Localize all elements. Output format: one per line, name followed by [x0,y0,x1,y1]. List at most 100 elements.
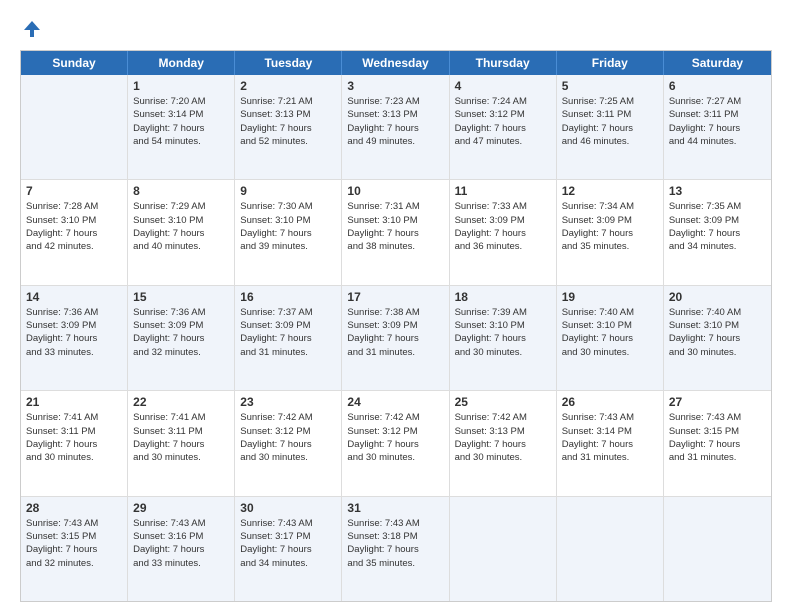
calendar: SundayMondayTuesdayWednesdayThursdayFrid… [20,50,772,602]
calendar-cell: 4 Sunrise: 7:24 AM Sunset: 3:12 PM Daylig… [450,75,557,179]
cell-info: Sunrise: 7:24 AM Sunset: 3:12 PM Dayligh… [455,95,551,148]
cell-info: Sunrise: 7:43 AM Sunset: 3:18 PM Dayligh… [347,517,443,570]
calendar-cell: 9Sunrise: 7:30 AM Sunset: 3:10 PM Daylig… [235,180,342,284]
cell-info: Sunrise: 7:30 AM Sunset: 3:10 PM Dayligh… [240,200,336,253]
calendar-cell [450,497,557,601]
day-number: 17 [347,290,443,304]
day-number: 31 [347,501,443,515]
weekday-header: Wednesday [342,51,449,75]
calendar-header: SundayMondayTuesdayWednesdayThursdayFrid… [21,51,771,75]
cell-info: Sunrise: 7:42 AM Sunset: 3:12 PM Dayligh… [347,411,443,464]
day-number: 7 [26,184,122,198]
cell-info: Sunrise: 7:23 AM Sunset: 3:13 PM Dayligh… [347,95,443,148]
calendar-cell: 3 Sunrise: 7:23 AM Sunset: 3:13 PM Daylig… [342,75,449,179]
cell-info: Sunrise: 7:43 AM Sunset: 3:15 PM Dayligh… [26,517,122,570]
page: SundayMondayTuesdayWednesdayThursdayFrid… [0,0,792,612]
day-number: 6 [669,79,766,93]
cell-info: Sunrise: 7:21 AM Sunset: 3:13 PM Dayligh… [240,95,336,148]
calendar-row: 21Sunrise: 7:41 AM Sunset: 3:11 PM Dayli… [21,391,771,496]
cell-info: Sunrise: 7:20 AM Sunset: 3:14 PM Dayligh… [133,95,229,148]
cell-info: Sunrise: 7:29 AM Sunset: 3:10 PM Dayligh… [133,200,229,253]
logo [20,18,46,40]
calendar-cell: 26 Sunrise: 7:43 AM Sunset: 3:14 PM Dayli… [557,391,664,495]
weekday-header: Thursday [450,51,557,75]
calendar-row: 1Sunrise: 7:20 AM Sunset: 3:14 PM Daylig… [21,75,771,180]
logo-icon [20,18,42,40]
day-number: 10 [347,184,443,198]
calendar-cell: 27 Sunrise: 7:43 AM Sunset: 3:15 PM Dayli… [664,391,771,495]
cell-info: Sunrise: 7:37 AM Sunset: 3:09 PM Dayligh… [240,306,336,359]
day-number: 30 [240,501,336,515]
cell-info: Sunrise: 7:25 AM Sunset: 3:11 PM Dayligh… [562,95,658,148]
day-number: 20 [669,290,766,304]
cell-info: Sunrise: 7:35 AM Sunset: 3:09 PM Dayligh… [669,200,766,253]
day-number: 28 [26,501,122,515]
day-number: 29 [133,501,229,515]
calendar-cell: 22Sunrise: 7:41 AM Sunset: 3:11 PM Dayli… [128,391,235,495]
cell-info: Sunrise: 7:42 AM Sunset: 3:12 PM Dayligh… [240,411,336,464]
calendar-cell: 10Sunrise: 7:31 AM Sunset: 3:10 PM Dayli… [342,180,449,284]
cell-info: Sunrise: 7:27 AM Sunset: 3:11 PM Dayligh… [669,95,766,148]
calendar-cell: 13 Sunrise: 7:35 AM Sunset: 3:09 PM Dayli… [664,180,771,284]
calendar-cell: 11 Sunrise: 7:33 AM Sunset: 3:09 PM Dayli… [450,180,557,284]
calendar-cell: 15Sunrise: 7:36 AM Sunset: 3:09 PM Dayli… [128,286,235,390]
day-number: 4 [455,79,551,93]
header [20,18,772,40]
calendar-cell: 28 Sunrise: 7:43 AM Sunset: 3:15 PM Dayli… [21,497,128,601]
calendar-cell: 7 Sunrise: 7:28 AM Sunset: 3:10 PM Daylig… [21,180,128,284]
cell-info: Sunrise: 7:28 AM Sunset: 3:10 PM Dayligh… [26,200,122,253]
calendar-cell: 23 Sunrise: 7:42 AM Sunset: 3:12 PM Dayli… [235,391,342,495]
cell-info: Sunrise: 7:43 AM Sunset: 3:17 PM Dayligh… [240,517,336,570]
cell-info: Sunrise: 7:33 AM Sunset: 3:09 PM Dayligh… [455,200,551,253]
calendar-body: 1Sunrise: 7:20 AM Sunset: 3:14 PM Daylig… [21,75,771,601]
calendar-cell: 16 Sunrise: 7:37 AM Sunset: 3:09 PM Dayli… [235,286,342,390]
day-number: 3 [347,79,443,93]
calendar-cell: 30 Sunrise: 7:43 AM Sunset: 3:17 PM Dayli… [235,497,342,601]
calendar-cell: 21Sunrise: 7:41 AM Sunset: 3:11 PM Dayli… [21,391,128,495]
weekday-header: Monday [128,51,235,75]
calendar-cell: 19 Sunrise: 7:40 AM Sunset: 3:10 PM Dayli… [557,286,664,390]
day-number: 2 [240,79,336,93]
day-number: 23 [240,395,336,409]
calendar-cell: 8 Sunrise: 7:29 AM Sunset: 3:10 PM Daylig… [128,180,235,284]
calendar-cell [664,497,771,601]
day-number: 8 [133,184,229,198]
cell-info: Sunrise: 7:43 AM Sunset: 3:16 PM Dayligh… [133,517,229,570]
calendar-cell: 29 Sunrise: 7:43 AM Sunset: 3:16 PM Dayli… [128,497,235,601]
cell-info: Sunrise: 7:36 AM Sunset: 3:09 PM Dayligh… [26,306,122,359]
weekday-header: Friday [557,51,664,75]
day-number: 11 [455,184,551,198]
cell-info: Sunrise: 7:40 AM Sunset: 3:10 PM Dayligh… [669,306,766,359]
calendar-cell: 14 Sunrise: 7:36 AM Sunset: 3:09 PM Dayli… [21,286,128,390]
day-number: 16 [240,290,336,304]
day-number: 12 [562,184,658,198]
day-number: 14 [26,290,122,304]
day-number: 13 [669,184,766,198]
day-number: 22 [133,395,229,409]
cell-info: Sunrise: 7:39 AM Sunset: 3:10 PM Dayligh… [455,306,551,359]
calendar-row: 28 Sunrise: 7:43 AM Sunset: 3:15 PM Dayli… [21,497,771,601]
day-number: 24 [347,395,443,409]
cell-info: Sunrise: 7:34 AM Sunset: 3:09 PM Dayligh… [562,200,658,253]
day-number: 19 [562,290,658,304]
day-number: 26 [562,395,658,409]
calendar-cell [21,75,128,179]
cell-info: Sunrise: 7:41 AM Sunset: 3:11 PM Dayligh… [26,411,122,464]
cell-info: Sunrise: 7:43 AM Sunset: 3:15 PM Dayligh… [669,411,766,464]
calendar-cell: 24 Sunrise: 7:42 AM Sunset: 3:12 PM Dayli… [342,391,449,495]
day-number: 18 [455,290,551,304]
weekday-header: Tuesday [235,51,342,75]
cell-info: Sunrise: 7:40 AM Sunset: 3:10 PM Dayligh… [562,306,658,359]
weekday-header: Saturday [664,51,771,75]
calendar-cell: 1Sunrise: 7:20 AM Sunset: 3:14 PM Daylig… [128,75,235,179]
day-number: 27 [669,395,766,409]
calendar-cell: 2 Sunrise: 7:21 AM Sunset: 3:13 PM Daylig… [235,75,342,179]
cell-info: Sunrise: 7:36 AM Sunset: 3:09 PM Dayligh… [133,306,229,359]
cell-info: Sunrise: 7:43 AM Sunset: 3:14 PM Dayligh… [562,411,658,464]
calendar-cell: 20 Sunrise: 7:40 AM Sunset: 3:10 PM Dayli… [664,286,771,390]
cell-info: Sunrise: 7:42 AM Sunset: 3:13 PM Dayligh… [455,411,551,464]
calendar-cell: 31 Sunrise: 7:43 AM Sunset: 3:18 PM Dayli… [342,497,449,601]
calendar-cell: 25Sunrise: 7:42 AM Sunset: 3:13 PM Dayli… [450,391,557,495]
calendar-cell: 5Sunrise: 7:25 AM Sunset: 3:11 PM Daylig… [557,75,664,179]
calendar-cell: 6 Sunrise: 7:27 AM Sunset: 3:11 PM Daylig… [664,75,771,179]
